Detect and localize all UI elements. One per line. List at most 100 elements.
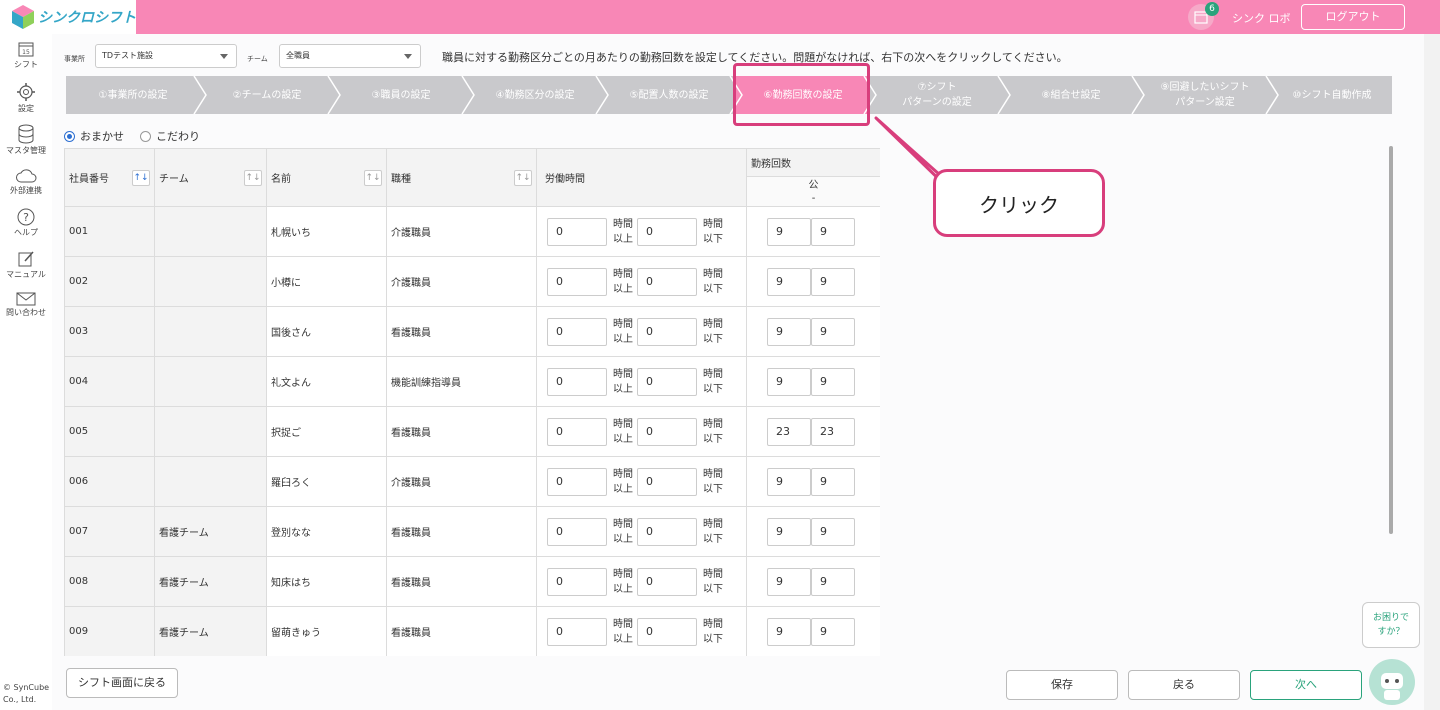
sidebar-item-manual[interactable]: マニュアル — [0, 250, 52, 280]
cell-hours: 0 時間 以上 0 時間 以下 — [536, 406, 747, 457]
hours-max-input[interactable]: 0 — [637, 617, 697, 646]
cell-team: 看護チーム — [154, 606, 267, 656]
cell-id: 001 — [64, 206, 155, 257]
unit-label: 時間 以上 — [613, 618, 633, 645]
office-select[interactable]: TDテスト施設 — [95, 44, 237, 68]
header-label: 職種 — [391, 173, 411, 185]
logout-button[interactable]: ログアウト — [1301, 4, 1405, 30]
sidebar-item-settings[interactable]: 設定 — [0, 82, 52, 114]
cell-hours: 0 時間 以上 0 時間 以下 — [536, 206, 747, 257]
unit-label: 時間 以上 — [613, 568, 633, 595]
help-bubble[interactable]: お困りで すか？ — [1362, 602, 1420, 648]
robot-assistant-icon[interactable] — [1369, 659, 1415, 705]
hours-max-input[interactable]: 0 — [637, 517, 697, 546]
count-max-input[interactable]: 9 — [811, 217, 855, 246]
hours-max-input[interactable]: 0 — [637, 367, 697, 396]
mode-radio-custom[interactable] — [140, 130, 151, 142]
hours-min-input[interactable]: 0 — [547, 617, 607, 646]
cell-count: 99 — [746, 206, 880, 257]
wizard-steps: ①事業所の設定 ②チームの設定 ③職員の設定 ④勤務区分の設定 ⑤配置人数の設定… — [66, 76, 1392, 114]
scrollbar[interactable] — [1389, 146, 1393, 534]
team-label: チーム — [247, 55, 268, 63]
next-button[interactable]: 次へ — [1250, 670, 1362, 700]
cell-count: 99 — [746, 356, 880, 407]
hours-max-input[interactable]: 0 — [637, 217, 697, 246]
header-label: 勤務回数 — [751, 159, 791, 170]
save-button[interactable]: 保存 — [1006, 670, 1118, 700]
count-min-input[interactable]: 9 — [767, 467, 811, 496]
cell-count: 23 23 — [746, 406, 880, 457]
col-header-count: 勤務回数 — [746, 148, 880, 177]
hours-min-input[interactable]: 0 — [547, 467, 607, 496]
mode-radio-auto[interactable] — [64, 130, 75, 142]
unit-label: 時間 以下 — [703, 418, 723, 445]
count-min-input[interactable]: 23 — [767, 417, 811, 446]
copyright-line: Co., Ltd. — [3, 695, 37, 704]
cell-job: 看護職員 — [386, 556, 537, 607]
hours-min-input[interactable]: 0 — [547, 567, 607, 596]
count-min-input[interactable]: 9 — [767, 267, 811, 296]
back-button[interactable]: 戻る — [1128, 670, 1240, 700]
hours-min-input[interactable]: 0 — [547, 517, 607, 546]
gear-icon — [17, 83, 35, 101]
cell-count: 99 — [746, 606, 880, 656]
cell-count: 99 — [746, 256, 880, 307]
count-min-input[interactable]: 9 — [767, 317, 811, 346]
table-row: 008 看護チーム 知床はち 看護職員 0 時間 以上 0 時間 以下 9 9 — [64, 556, 880, 607]
hours-max-input[interactable]: 0 — [637, 467, 697, 496]
header-label: 名前 — [271, 173, 291, 185]
count-min-input[interactable]: 9 — [767, 217, 811, 246]
count-max-input[interactable]: 9 — [811, 517, 855, 546]
hours-min-input[interactable]: 0 — [547, 367, 607, 396]
count-min-input[interactable]: 9 — [767, 617, 811, 646]
sort-button[interactable]: ↑↓ — [132, 169, 150, 186]
hours-min-input[interactable]: 0 — [547, 267, 607, 296]
hours-min-input[interactable]: 0 — [547, 217, 607, 246]
sort-button[interactable]: ↑↓ — [244, 169, 262, 186]
count-min-input[interactable]: 9 — [767, 567, 811, 596]
hours-min-input[interactable]: 0 — [547, 417, 607, 446]
count-max-input[interactable]: 9 — [811, 567, 855, 596]
count-max-input[interactable]: 9 — [811, 317, 855, 346]
count-max-input[interactable]: 9 — [811, 267, 855, 296]
hours-min-input[interactable]: 0 — [547, 317, 607, 346]
cell-team — [154, 306, 267, 357]
svg-text:15: 15 — [22, 49, 30, 56]
count-min-input[interactable]: 9 — [767, 517, 811, 546]
hours-max-input[interactable]: 0 — [637, 417, 697, 446]
count-max-input[interactable]: 23 — [811, 417, 855, 446]
sidebar-item-label: マニュアル — [6, 270, 46, 279]
count-max-input[interactable]: 9 — [811, 367, 855, 396]
table-row: 005 択捉ご 看護職員 0 時間 以上 0 時間 以下 23 23 — [64, 406, 880, 457]
cell-name: 登別なな — [266, 506, 387, 557]
team-select[interactable]: 全職員 — [279, 44, 421, 68]
table-row: 002 小樽に 介護職員 0 時間 以上 0 時間 以下 9 9 — [64, 256, 880, 307]
sidebar-item-shift[interactable]: 15 シフト — [0, 40, 52, 70]
logo[interactable]: シンクロシフト — [0, 0, 136, 34]
cell-name: 札幌いち — [266, 206, 387, 257]
sort-button[interactable]: ↑↓ — [514, 169, 532, 186]
hours-max-input[interactable]: 0 — [637, 317, 697, 346]
header-label: チーム — [159, 173, 189, 185]
hours-max-input[interactable]: 0 — [637, 267, 697, 296]
main-content: 事業所 TDテスト施設 チーム 全職員 職員に対する勤務区分ごとの月あたりの勤務… — [52, 34, 1424, 710]
mode-radio-custom-label[interactable]: こだわり — [156, 128, 200, 144]
back-to-shift-button[interactable]: シフト画面に戻る — [66, 668, 178, 698]
sidebar-item-contact[interactable]: 問い合わせ — [0, 292, 52, 318]
user-name[interactable]: シンク ロボ — [1232, 10, 1291, 26]
count-min-input[interactable]: 9 — [767, 367, 811, 396]
cell-id: 002 — [64, 256, 155, 307]
count-max-input[interactable]: 9 — [811, 617, 855, 646]
sidebar-item-master[interactable]: マスタ管理 — [0, 124, 52, 156]
count-max-input[interactable]: 9 — [811, 467, 855, 496]
cell-job: 看護職員 — [386, 306, 537, 357]
sort-button[interactable]: ↑↓ — [364, 169, 382, 186]
logo-mark-icon — [12, 5, 34, 29]
sidebar-item-integration[interactable]: 外部連携 — [0, 168, 52, 196]
unit-label: 時間 以上 — [613, 518, 633, 545]
sidebar-item-help[interactable]: ? ヘルプ — [0, 208, 52, 238]
table-row: 001 札幌いち 介護職員 0 時間 以上 0 時間 以下 9 9 — [64, 206, 880, 257]
unit-label: 時間 以上 — [613, 468, 633, 495]
mode-radio-auto-label[interactable]: おまかせ — [80, 128, 124, 144]
hours-max-input[interactable]: 0 — [637, 567, 697, 596]
